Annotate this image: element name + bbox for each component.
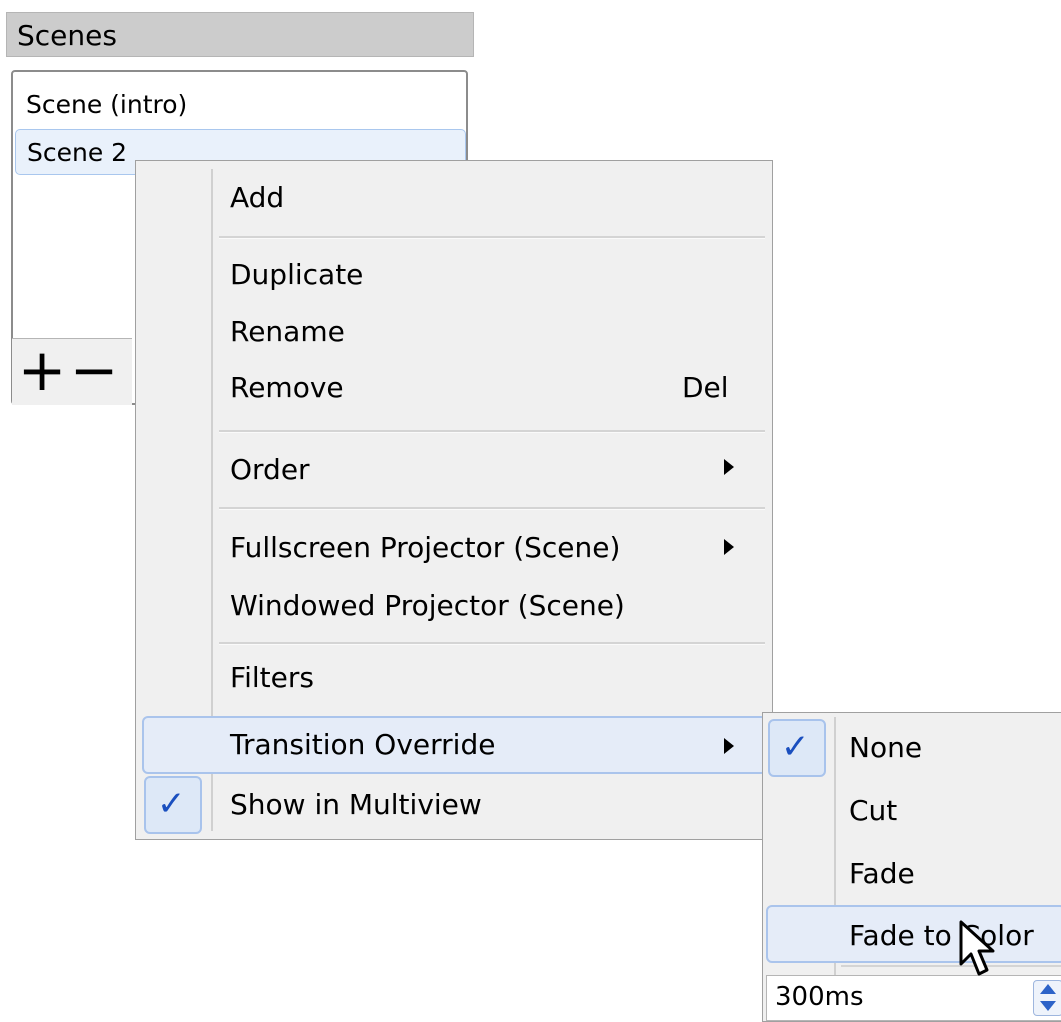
transition-duration-input[interactable]: 300ms (766, 975, 1061, 1021)
checkmark-icon: ✓ (781, 727, 810, 767)
menu-item-rename[interactable]: Rename (230, 315, 345, 348)
transition-duration-value: 300ms (775, 982, 864, 1012)
submenu-item-fade-to-color[interactable]: Fade to Color (849, 919, 1034, 952)
menu-separator (841, 965, 1061, 967)
menu-item-windowed-projector[interactable]: Windowed Projector (Scene) (230, 589, 625, 622)
submenu-gutter-divider (834, 717, 836, 1009)
menu-item-fullscreen-projector[interactable]: Fullscreen Projector (Scene) (230, 531, 620, 564)
arrow-pointer-icon (959, 920, 995, 976)
spin-down-icon[interactable] (1040, 1001, 1056, 1011)
scene-list-toolbar: + − (12, 338, 132, 405)
add-scene-button[interactable]: + (16, 341, 68, 401)
none-check: ✓ (768, 719, 826, 777)
menu-item-show-in-multiview[interactable]: Show in Multiview (230, 788, 482, 821)
checkmark-icon: ✓ (157, 784, 186, 824)
multiview-check: ✓ (144, 776, 202, 834)
menu-item-order[interactable]: Order (230, 453, 310, 486)
remove-scene-button[interactable]: − (68, 341, 120, 401)
menu-separator (219, 507, 765, 510)
submenu-item-none[interactable]: None (849, 731, 922, 764)
transition-override-submenu: ✓ None Cut Fade Fade to Color 300ms (762, 712, 1061, 1022)
submenu-arrow-icon (724, 459, 734, 475)
submenu-arrow-icon (724, 738, 734, 754)
menu-item-filters[interactable]: Filters (230, 661, 314, 694)
menu-separator (219, 642, 765, 645)
submenu-arrow-icon (724, 539, 734, 555)
submenu-item-cut[interactable]: Cut (849, 794, 897, 827)
menu-item-remove[interactable]: Remove (230, 371, 344, 404)
remove-shortcut-label: Del (682, 371, 729, 404)
menu-separator (219, 236, 765, 239)
menu-item-add[interactable]: Add (230, 181, 284, 214)
scene-item-intro[interactable]: Scene (intro) (15, 82, 466, 128)
menu-item-duplicate[interactable]: Duplicate (230, 258, 363, 291)
duration-spinner[interactable] (1033, 980, 1061, 1016)
menu-item-transition-override[interactable]: Transition Override (230, 728, 495, 761)
scenes-dock-title: Scenes (6, 12, 474, 57)
spin-up-icon[interactable] (1040, 984, 1056, 994)
submenu-item-fade[interactable]: Fade (849, 857, 915, 890)
menu-separator (219, 430, 765, 433)
scene-context-menu: Add Duplicate Rename Remove Del Order Fu… (135, 160, 773, 840)
